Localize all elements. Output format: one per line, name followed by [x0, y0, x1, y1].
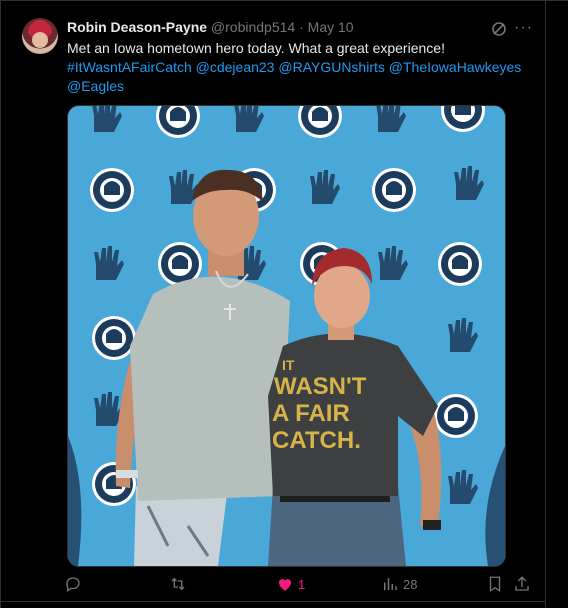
shirt-text-line: IT: [282, 357, 295, 373]
post-tags-line: #ItWasntAFairCatch @cdejean23 @RAYGUNshi…: [67, 58, 527, 77]
views-icon: [384, 578, 397, 590]
mention-link[interactable]: @RAYGUNshirts: [278, 59, 385, 75]
like-count: 1: [298, 576, 306, 592]
action-bar: 1 28: [0, 572, 568, 596]
frame-border-left: [0, 0, 1, 608]
shirt-text-line: WASN'T: [274, 373, 367, 400]
bookmark-icon: [489, 576, 501, 593]
grok-icon[interactable]: [491, 21, 507, 37]
reply-icon: [66, 577, 80, 593]
frame-border-bottom: [0, 601, 546, 602]
share-icon: [515, 576, 529, 591]
post-tags-line: @Eagles: [67, 77, 527, 96]
shirt-text-line: CATCH.: [272, 427, 361, 454]
post-text: Met an Iowa hometown hero today. What a …: [67, 39, 527, 96]
like-button[interactable]: 1: [276, 572, 305, 596]
hashtag-link[interactable]: #ItWasntAFairCatch: [67, 59, 192, 75]
share-button[interactable]: [513, 572, 531, 596]
mention-link[interactable]: @TheIowaHawkeyes: [389, 59, 522, 75]
frame-border-top: [0, 0, 568, 1]
post-text-line: Met an Iowa hometown hero today. What a …: [67, 40, 445, 56]
bookmark-button[interactable]: [486, 572, 504, 596]
views-count: 28: [403, 576, 418, 592]
more-options-icon[interactable]: ···: [514, 19, 532, 37]
repost-icon: [171, 577, 185, 591]
avatar[interactable]: [22, 18, 58, 54]
avatar-face: [32, 32, 48, 48]
post-header: Robin Deason-Payne @robindp514 · May 10: [67, 19, 354, 35]
author-name[interactable]: Robin Deason-Payne: [67, 19, 207, 35]
repost-button[interactable]: [169, 572, 191, 596]
photo-illustration: IT WASN'T A FAIR CATCH.: [68, 106, 505, 566]
author-handle[interactable]: @robindp514: [211, 19, 295, 35]
reply-button[interactable]: [64, 572, 86, 596]
post-date[interactable]: May 10: [308, 19, 354, 35]
post-photo[interactable]: IT WASN'T A FAIR CATCH.: [67, 105, 506, 567]
mention-link[interactable]: @cdejean23: [196, 59, 275, 75]
views-button[interactable]: 28: [381, 572, 417, 596]
mention-link[interactable]: @Eagles: [67, 78, 124, 94]
shirt-text-line: A FAIR: [272, 400, 350, 427]
frame-border-right: [545, 0, 546, 608]
heart-icon: [279, 579, 291, 591]
separator-dot: ·: [299, 19, 304, 35]
